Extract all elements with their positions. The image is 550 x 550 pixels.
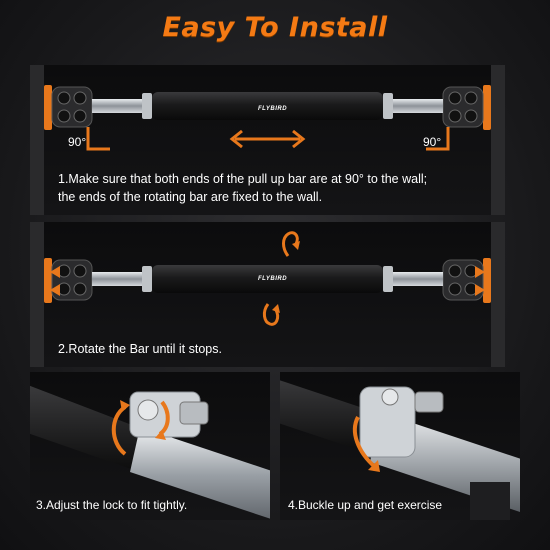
buckle-lever [414, 391, 444, 413]
step-4-caption: 4.Buckle up and get exercise [288, 498, 443, 512]
lock-lever [179, 401, 209, 425]
left-angle-mark [86, 127, 110, 151]
left-bracket [51, 86, 93, 128]
left-wall [30, 65, 44, 215]
step-1-panel: FLYBIRD 90° 90° 1.Make sure that both en… [30, 65, 505, 215]
right-angle-label: 90° [423, 135, 442, 149]
brand-logo: FLYBIRD [258, 276, 288, 282]
step-1-caption-line-1: 1.Make sure that both ends of the pull u… [58, 172, 428, 186]
step-1-caption-line-2: the ends of the rotating bar are fixed t… [58, 190, 323, 204]
page-title: Easy To Install [162, 12, 388, 43]
left-end-pad [44, 85, 52, 130]
step-3-panel: 3.Adjust the lock to fit tightly. [30, 372, 270, 520]
step-1-caption: 1.Make sure that both ends of the pull u… [58, 170, 498, 206]
step-2-caption: 2.Rotate the Bar until it stops. [58, 342, 222, 356]
left-wall [30, 222, 44, 367]
step-2-panel: FLYBIRD 2.Rotate the Bar until it stops. [30, 222, 505, 367]
step-4-panel: 4.Buckle up and get exercise [280, 372, 520, 520]
right-end-pad [483, 85, 491, 130]
right-wall [491, 222, 505, 367]
left-angle-label: 90° [68, 135, 87, 149]
double-arrow-horizontal-icon [229, 129, 306, 149]
step-3-caption: 3.Adjust the lock to fit tightly. [36, 498, 188, 512]
brand-logo: FLYBIRD [258, 106, 288, 112]
right-bracket [442, 86, 484, 128]
end-bracket [470, 482, 510, 520]
